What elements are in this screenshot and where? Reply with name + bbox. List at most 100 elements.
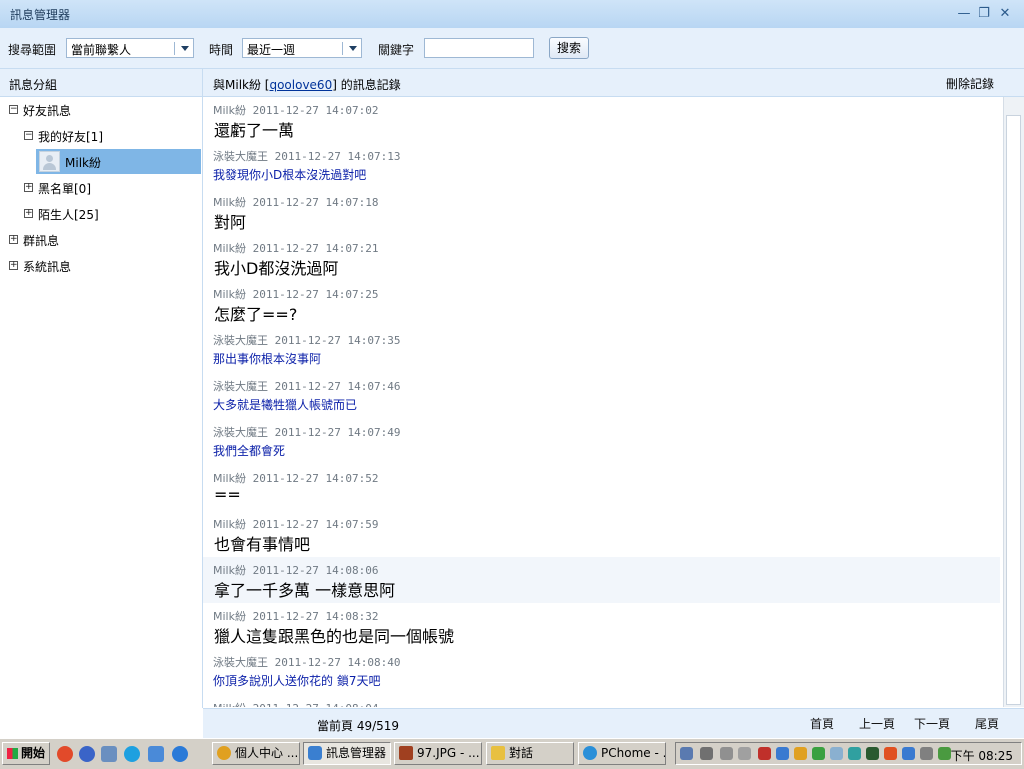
tree-item-strangers[interactable]: 陌生人[25] bbox=[38, 206, 99, 224]
message-meta: 泳裝大魔王 2011-12-27 14:07:35 bbox=[213, 332, 400, 348]
range-select[interactable]: 當前聯繫人 bbox=[66, 38, 194, 58]
message-time: 2011-12-27 14:07:59 bbox=[252, 518, 379, 531]
task-icon bbox=[308, 746, 322, 760]
message-list[interactable]: Milk紛 2011-12-27 14:07:02 還虧了一萬 泳裝大魔王 2011… bbox=[203, 97, 1003, 707]
tree-item-friend-messages[interactable]: 好友訊息 bbox=[23, 102, 71, 120]
minimize-icon[interactable]: — bbox=[955, 5, 973, 23]
task-button-image[interactable]: 97.JPG - ... bbox=[394, 742, 482, 765]
collapse-icon[interactable]: − bbox=[24, 131, 33, 140]
tray-icon[interactable] bbox=[884, 747, 897, 760]
next-page-button[interactable]: 下一頁 bbox=[914, 715, 950, 732]
message-time: 2011-12-27 14:07:49 bbox=[274, 426, 401, 439]
tree-item-selected[interactable] bbox=[36, 149, 201, 174]
message-sender: 泳裝大魔王 bbox=[213, 656, 268, 669]
scrollbar-thumb[interactable] bbox=[1006, 115, 1021, 705]
expand-icon[interactable]: + bbox=[24, 209, 33, 218]
tray-icon[interactable] bbox=[920, 747, 933, 760]
collapse-icon[interactable]: − bbox=[9, 105, 18, 114]
expand-icon[interactable]: + bbox=[9, 235, 18, 244]
chevron-down-icon[interactable] bbox=[349, 46, 357, 51]
prev-page-button[interactable]: 上一頁 bbox=[859, 715, 895, 732]
message-sender: Milk紛 bbox=[213, 702, 246, 707]
app-icon[interactable] bbox=[101, 746, 117, 762]
delete-history-button[interactable]: 刪除記錄 bbox=[946, 75, 994, 92]
tray-icon[interactable] bbox=[680, 747, 693, 760]
messenger-icon[interactable] bbox=[148, 746, 164, 762]
tray-icon[interactable] bbox=[812, 747, 825, 760]
tree-item-blacklist[interactable]: 黑名單[0] bbox=[38, 180, 91, 198]
message-item: Milk紛 2011-12-27 14:07:59 也會有事情吧 bbox=[203, 511, 1000, 557]
message-meta: Milk紛 2011-12-27 14:08:32 bbox=[213, 608, 378, 624]
scrollbar[interactable] bbox=[1003, 97, 1024, 707]
expand-icon[interactable]: + bbox=[9, 261, 18, 270]
message-time: 2011-12-27 14:07:18 bbox=[252, 196, 379, 209]
message-time: 2011-12-27 14:08:04 bbox=[253, 702, 379, 707]
restore-icon[interactable]: ❐ bbox=[975, 5, 993, 23]
message-item: Milk紛 2011-12-27 14:07:21 我小D都沒洗過阿 bbox=[203, 235, 1000, 281]
message-text: 拿了一千多萬 一樣意思阿 bbox=[214, 581, 396, 600]
message-sender: Milk紛 bbox=[213, 242, 246, 255]
message-text: 我小D都沒洗過阿 bbox=[214, 259, 339, 278]
group-panel: 訊息分組 − 好友訊息 − 我的好友[1] Milk紛 + 黑名單[0] + 陌… bbox=[0, 69, 203, 708]
message-meta: 泳裝大魔王 2011-12-27 14:07:46 bbox=[213, 378, 400, 394]
tray-icon[interactable] bbox=[902, 747, 915, 760]
tree-item-milk[interactable]: Milk紛 bbox=[65, 154, 101, 172]
tray-icon[interactable] bbox=[866, 747, 879, 760]
message-meta: Milk紛 2011-12-27 14:07:21 bbox=[213, 240, 378, 256]
message-sender: 泳裝大魔王 bbox=[213, 426, 268, 439]
expand-icon[interactable]: + bbox=[24, 183, 33, 192]
message-time: 2011-12-27 14:08:32 bbox=[252, 610, 379, 623]
history-title-suffix: ] 的訊息記錄 bbox=[332, 78, 401, 92]
close-icon[interactable]: ✕ bbox=[996, 5, 1014, 23]
message-text: 獵人這隻跟黑色的也是同一個帳號 bbox=[214, 627, 455, 646]
tray-icon[interactable] bbox=[700, 747, 713, 760]
task-button-dialog[interactable]: 對話 bbox=[486, 742, 574, 765]
message-time: 2011-12-27 14:07:35 bbox=[274, 334, 401, 347]
message-time: 2011-12-27 14:07:02 bbox=[252, 104, 379, 117]
message-meta: Milk紛 2011-12-27 14:07:59 bbox=[213, 516, 378, 532]
tree-item-my-friends[interactable]: 我的好友[1] bbox=[38, 128, 103, 146]
media-player-icon[interactable] bbox=[79, 746, 95, 762]
folder-icon bbox=[491, 746, 505, 760]
task-icon bbox=[217, 746, 231, 760]
range-value: 當前聯繫人 bbox=[71, 43, 132, 57]
message-text: == bbox=[214, 485, 241, 504]
message-meta: Milk紛 2011-12-27 14:07:25 bbox=[213, 286, 378, 302]
tray-icon[interactable] bbox=[720, 747, 733, 760]
chrome-icon[interactable] bbox=[57, 746, 73, 762]
last-page-button[interactable]: 尾頁 bbox=[975, 715, 999, 732]
tray-icon[interactable] bbox=[938, 747, 951, 760]
task-label: 訊息管理器 bbox=[326, 746, 387, 760]
tray-icon[interactable] bbox=[758, 747, 771, 760]
tray-icon[interactable] bbox=[738, 747, 751, 760]
time-select[interactable]: 最近一週 bbox=[242, 38, 362, 58]
message-sender: Milk紛 bbox=[213, 518, 246, 531]
tray-icon[interactable] bbox=[848, 747, 861, 760]
contact-id-link[interactable]: qoolove60 bbox=[269, 78, 332, 92]
message-item: 泳裝大魔王 2011-12-27 14:07:46 大多就是犧牲獵人帳號而已 bbox=[203, 373, 1000, 419]
taskbar: 開始 個人中心 ... 訊息管理器 97.JPG - ... 對話 PChome… bbox=[0, 738, 1024, 769]
message-meta: Milk紛 2011-12-27 14:07:18 bbox=[213, 194, 378, 210]
tree-item-group-messages[interactable]: 群訊息 bbox=[23, 232, 59, 250]
start-button[interactable]: 開始 bbox=[2, 742, 50, 765]
skype-icon[interactable] bbox=[124, 746, 140, 762]
tray-icon[interactable] bbox=[830, 747, 843, 760]
task-button-personal-center[interactable]: 個人中心 ... bbox=[212, 742, 300, 765]
message-item: Milk紛 2011-12-27 14:08:04 bbox=[203, 695, 1000, 707]
task-button-pchome[interactable]: PChome - ... bbox=[578, 742, 666, 765]
tree-item-system-messages[interactable]: 系統訊息 bbox=[23, 258, 71, 276]
task-button-message-manager[interactable]: 訊息管理器 bbox=[303, 742, 391, 765]
message-time: 2011-12-27 14:07:21 bbox=[252, 242, 379, 255]
qq-icon[interactable] bbox=[794, 747, 807, 760]
ie-icon[interactable] bbox=[172, 746, 188, 762]
message-item: 泳裝大魔王 2011-12-27 14:07:35 那出事你根本沒事阿 bbox=[203, 327, 1000, 373]
chevron-down-icon[interactable] bbox=[181, 46, 189, 51]
keyword-input[interactable] bbox=[424, 38, 534, 58]
message-meta: 泳裝大魔王 2011-12-27 14:07:49 bbox=[213, 424, 400, 440]
message-time: 2011-12-27 14:08:40 bbox=[274, 656, 401, 669]
search-button[interactable]: 搜索 bbox=[549, 37, 589, 59]
message-time: 2011-12-27 14:07:13 bbox=[274, 150, 401, 163]
first-page-button[interactable]: 首頁 bbox=[810, 715, 834, 732]
tray-icon[interactable] bbox=[776, 747, 789, 760]
combo-separator bbox=[174, 42, 175, 55]
